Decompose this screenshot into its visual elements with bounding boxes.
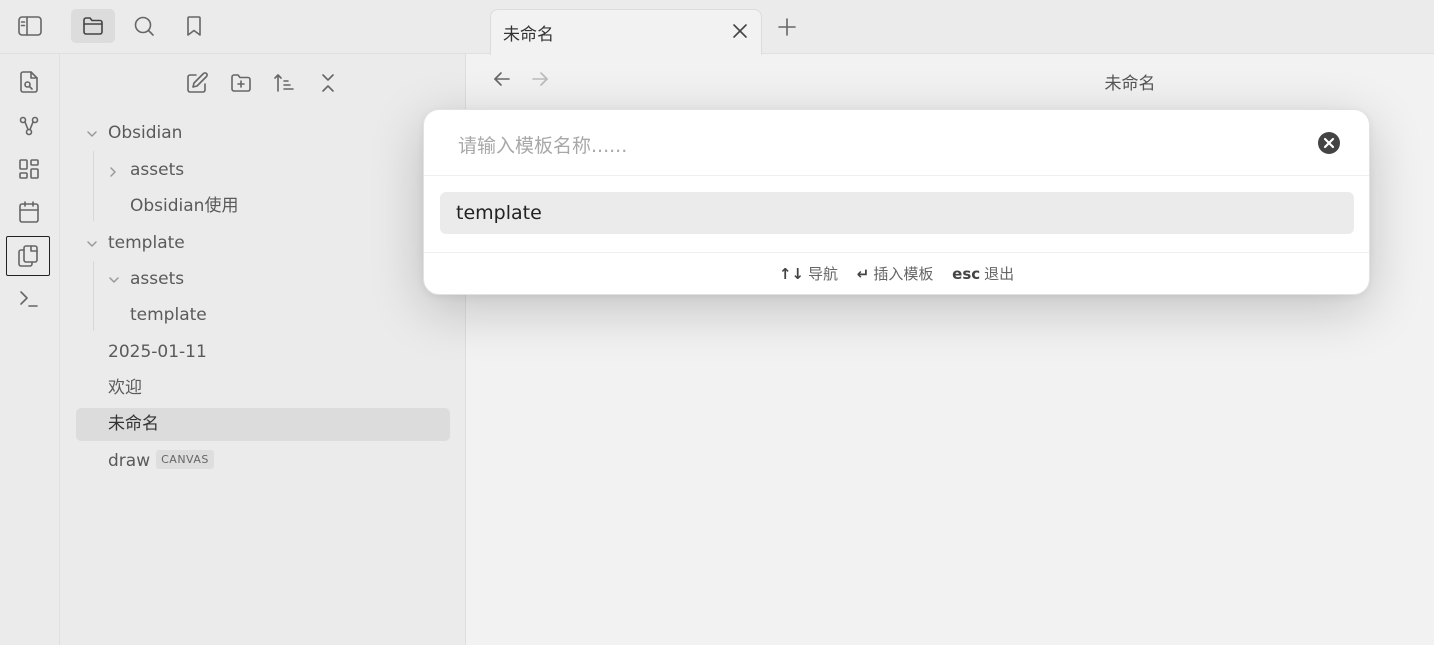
chevron-down-icon (87, 131, 97, 137)
instruction-key: ↵ (856, 265, 870, 283)
indent-guide (93, 261, 94, 331)
tree-folder-assets[interactable]: assets (98, 263, 450, 296)
instruction-exit: esc 退出 (952, 265, 1014, 283)
file-type-badge: CANVAS (156, 449, 214, 469)
divider (424, 175, 1369, 176)
tree-item-label: Obsidian使用 (130, 196, 239, 216)
folder-icon (83, 17, 103, 35)
quick-switcher-button[interactable] (8, 62, 50, 102)
file-explorer-actions (60, 68, 465, 98)
tree-item-label: 未命名 (108, 414, 159, 434)
tree-folder-template[interactable]: template (76, 227, 450, 260)
tree-file-obsidian-usage[interactable]: Obsidian使用 (98, 190, 450, 223)
toggle-sidebar-button[interactable] (8, 9, 52, 43)
tree-folder-assets[interactable]: assets (98, 154, 450, 187)
tree-item-label: draw (108, 451, 151, 471)
instruction-text: 退出 (984, 265, 1015, 283)
ribbon-top (0, 0, 60, 54)
layout-dashboard-icon (19, 159, 39, 179)
tree-item-label: template (130, 305, 207, 325)
new-tab-button[interactable] (776, 16, 798, 38)
tab-search[interactable] (122, 9, 166, 43)
folder-plus-icon (231, 74, 251, 92)
instruction-text: 导航 (807, 265, 838, 283)
suggestion-item[interactable]: template (440, 192, 1354, 234)
template-picker-modal: template ↑↓导航 ↵插入模板 esc退出 (423, 109, 1370, 295)
sort-ascending-icon (274, 74, 294, 92)
tree-file-template[interactable]: template (98, 299, 450, 332)
tree-item-label: Obsidian (108, 123, 183, 143)
instruction-navigate: ↑↓ 导航 (779, 265, 838, 283)
file-search-icon (20, 71, 38, 93)
sidebar-toggle-icon (18, 16, 42, 36)
instruction-key: ↑↓ (778, 265, 804, 283)
chevron-down-icon (87, 241, 97, 247)
sidebar-tab-header (60, 0, 466, 54)
divider (424, 252, 1369, 253)
suggestion-label: template (456, 202, 542, 224)
sort-button[interactable] (269, 68, 299, 98)
command-palette-button[interactable] (8, 279, 50, 319)
instruction-text: 插入模板 (873, 265, 934, 283)
tree-folder-obsidian[interactable]: Obsidian (76, 117, 450, 150)
tab-close-button[interactable] (731, 22, 749, 40)
tree-file-2025-01-11[interactable]: 2025-01-11 (76, 336, 450, 369)
template-search-input[interactable] (456, 130, 1300, 162)
canvas-button[interactable] (8, 149, 50, 189)
tab-bookmarks[interactable] (172, 9, 216, 43)
edit-icon (187, 72, 208, 93)
ribbon (0, 54, 60, 645)
new-note-button[interactable] (182, 68, 212, 98)
clear-circle-icon (1318, 132, 1340, 154)
tab-title: 未命名 (503, 25, 554, 45)
tab-untitled[interactable]: 未命名 (490, 9, 762, 55)
tree-item-label: 欢迎 (108, 378, 142, 398)
clear-input-button[interactable] (1317, 131, 1341, 155)
close-icon (733, 24, 747, 38)
terminal-icon (20, 291, 38, 307)
chevrons-collapse-icon (322, 74, 334, 92)
graph-icon (19, 116, 39, 136)
new-folder-button[interactable] (226, 68, 256, 98)
chevron-right-icon (110, 167, 116, 177)
instruction-insert: ↵ 插入模板 (857, 265, 934, 283)
plus-icon (778, 18, 796, 36)
prompt-instructions: ↑↓ 导航 ↵ 插入模板 esc 退出 (424, 263, 1369, 284)
tab-bar: 未命名 (466, 0, 1434, 55)
instruction-key: esc (952, 265, 981, 283)
tree-item-label: assets (130, 160, 185, 180)
bookmark-icon (187, 16, 201, 36)
search-icon (134, 16, 154, 36)
view-title: 未命名 (1104, 74, 1156, 94)
tree-item-label: assets (130, 269, 185, 289)
chevron-down-icon (109, 277, 119, 283)
tree-file-untitled[interactable]: 未命名 (76, 408, 450, 441)
indent-guide (93, 151, 94, 221)
view-header: 未命名 (466, 54, 1434, 104)
files-copy-icon (18, 245, 38, 267)
insert-template-button[interactable] (6, 236, 50, 276)
tree-item-label: 2025-01-11 (108, 342, 207, 362)
calendar-icon (19, 201, 39, 223)
tree-file-draw[interactable]: draw CANVAS (76, 445, 450, 478)
graph-view-button[interactable] (8, 106, 50, 146)
file-explorer: Obsidian assets Obsidian使用 template asse… (60, 54, 466, 645)
daily-note-button[interactable] (8, 192, 50, 232)
tree-item-label: template (108, 233, 185, 253)
tab-files[interactable] (71, 9, 115, 43)
collapse-all-button[interactable] (313, 68, 343, 98)
tree-file-welcome[interactable]: 欢迎 (76, 372, 450, 405)
